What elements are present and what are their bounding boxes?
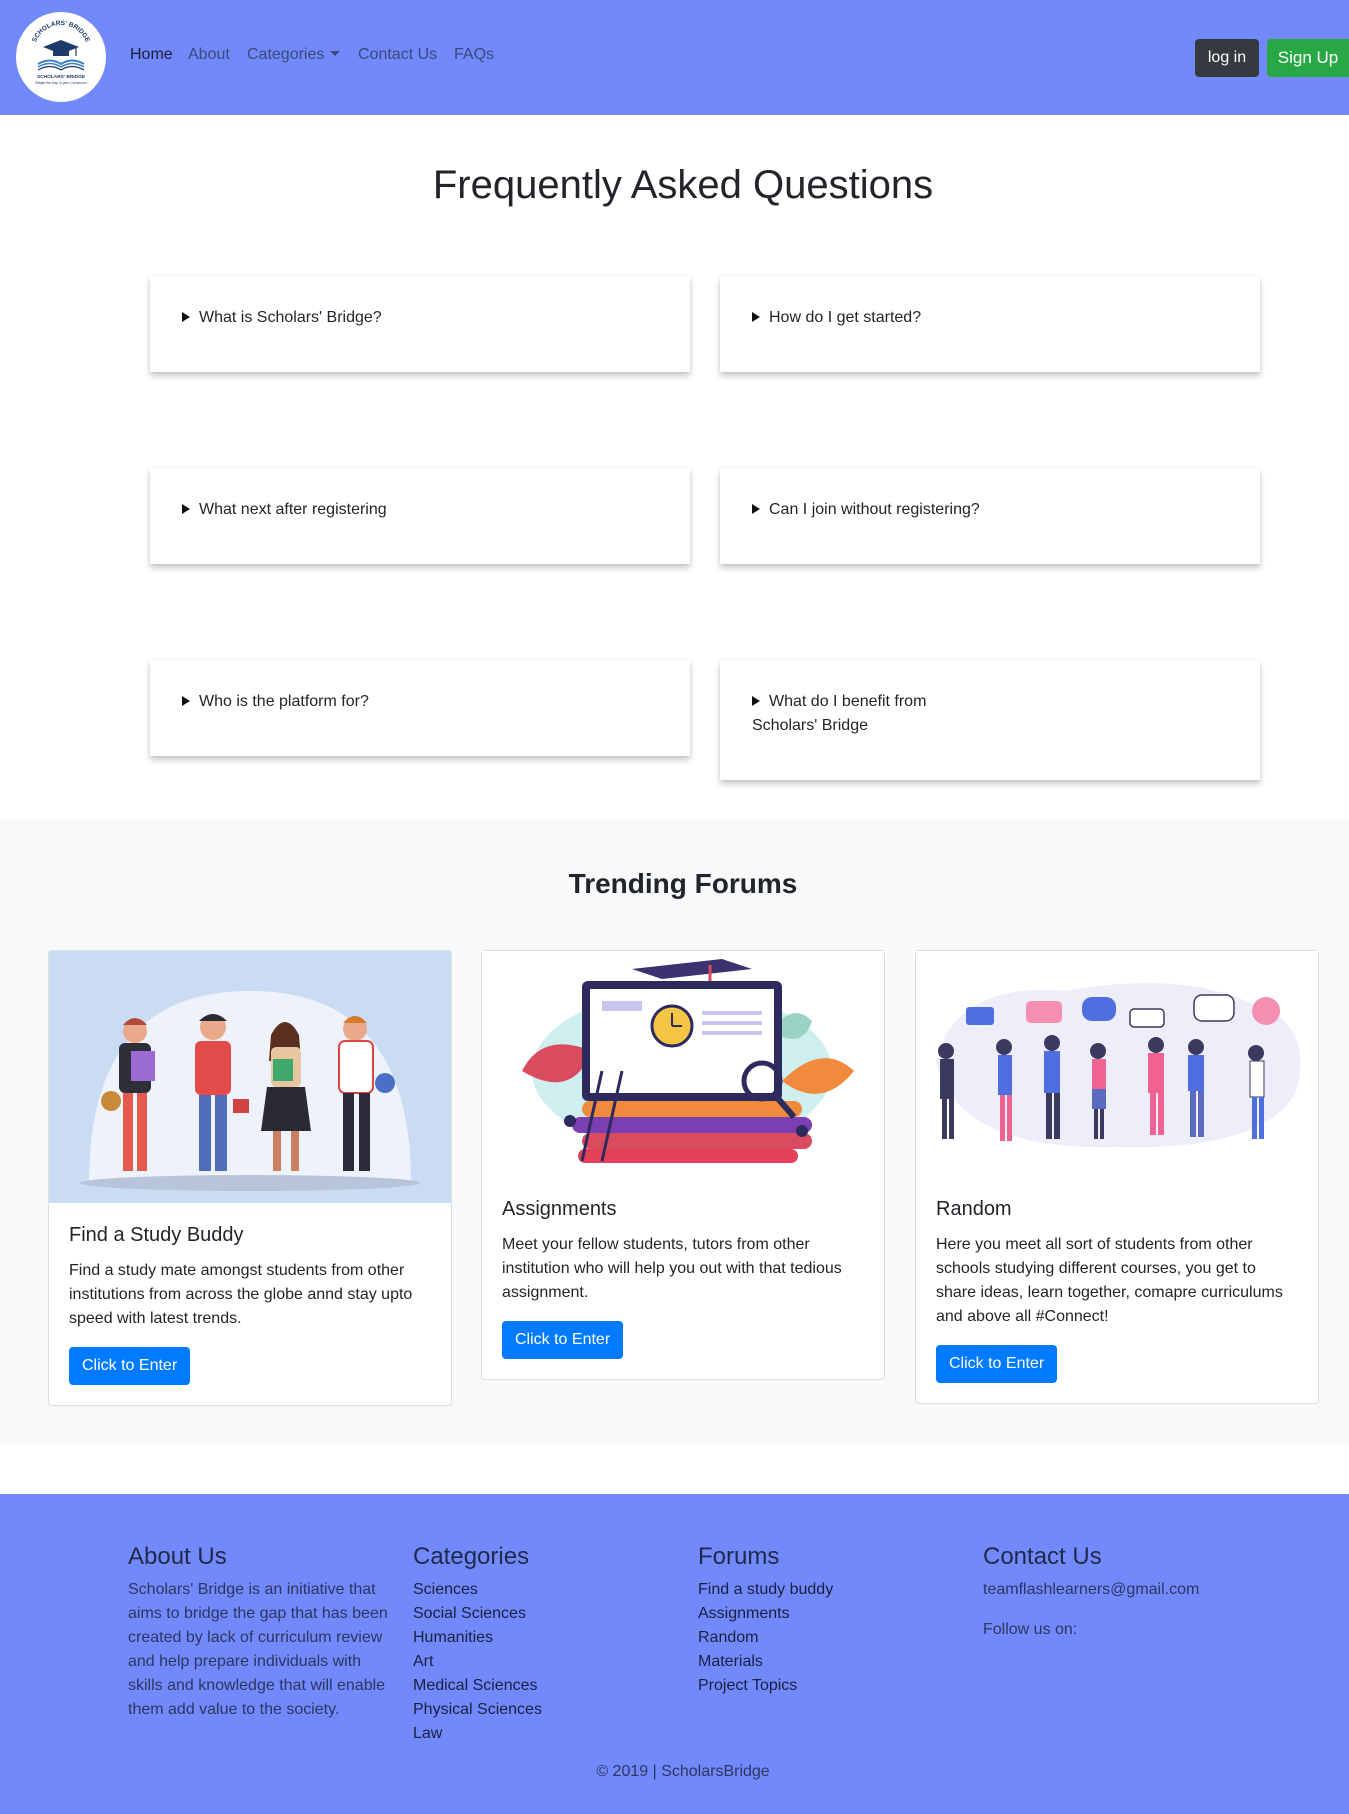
footer-forum-link[interactable]: Random	[698, 1626, 958, 1650]
footer-about: About Us Scholars' Bridge is an initiati…	[128, 1542, 388, 1722]
footer-category-link[interactable]: Law	[413, 1722, 673, 1746]
nav-faqs[interactable]: FAQs	[454, 46, 494, 64]
forum-card-description: Find a study mate amongst students from …	[69, 1262, 413, 1327]
login-button[interactable]: log in	[1195, 39, 1259, 77]
forum-card-title: Find a Study Buddy	[69, 1224, 244, 1246]
expand-triangle-icon	[752, 696, 760, 706]
study-buddy-illustration	[49, 951, 451, 1203]
random-illustration	[916, 951, 1318, 1177]
nav-categories-dropdown[interactable]: Categories	[247, 46, 341, 64]
expand-triangle-icon	[752, 312, 760, 322]
logo-tagline: Bridge the Gap in your Curriculum	[35, 81, 86, 85]
top-navbar: SCHOLARS' BRIDGE SCHOLARS' BRIDGE Bridge…	[0, 0, 1349, 115]
forum-card-body: Random Here you meet all sort of student…	[916, 1177, 1318, 1403]
footer-category-link[interactable]: Medical Sciences	[413, 1674, 673, 1698]
footer-copyright: © 2019 | ScholarsBridge	[596, 1763, 770, 1780]
faq-question: Who is the platform for?	[199, 693, 369, 710]
footer-category-link[interactable]: Social Sciences	[413, 1602, 673, 1626]
nav-contact[interactable]: Contact Us	[358, 46, 437, 64]
site-logo[interactable]: SCHOLARS' BRIDGE SCHOLARS' BRIDGE Bridge…	[16, 12, 106, 102]
footer-forum-link[interactable]: Find a study buddy	[698, 1578, 958, 1602]
footer-category-link[interactable]: Physical Sciences	[413, 1698, 673, 1722]
nav-home[interactable]: Home	[130, 46, 173, 64]
enter-study-buddy-button[interactable]: Click to Enter	[69, 1347, 191, 1385]
forum-card-title: Assignments	[502, 1198, 617, 1220]
faq-question: What next after registering	[199, 501, 387, 518]
enter-assignments-button[interactable]: Click to Enter	[502, 1321, 624, 1359]
footer-category-link[interactable]: Humanities	[413, 1626, 673, 1650]
expand-triangle-icon	[182, 696, 190, 706]
faq-item[interactable]: What next after registering	[150, 468, 690, 564]
faq-item[interactable]: What do I benefit from Scholars' Bridge	[720, 660, 1260, 780]
footer-forums: Forums Find a study buddy Assignments Ra…	[698, 1542, 958, 1698]
forum-card-description: Meet your fellow students, tutors from o…	[502, 1236, 842, 1301]
faq-question: How do I get started?	[769, 309, 922, 326]
assignments-illustration	[482, 951, 884, 1177]
trending-forums-section: Trending Forums Find a Study Buddy Find …	[0, 820, 1349, 1445]
footer-forum-link[interactable]: Project Topics	[698, 1674, 958, 1698]
forum-card-assignments: Assignments Meet your fellow students, t…	[481, 950, 885, 1380]
faq-item[interactable]: Who is the platform for?	[150, 660, 690, 756]
chevron-down-icon	[330, 51, 341, 56]
site-footer: About Us Scholars' Bridge is an initiati…	[0, 1494, 1349, 1814]
footer-category-link[interactable]: Sciences	[413, 1578, 673, 1602]
footer-forum-link[interactable]: Materials	[698, 1650, 958, 1674]
faq-question: What do I benefit from Scholars' Bridge	[752, 693, 927, 734]
signup-button[interactable]: Sign Up	[1267, 39, 1349, 77]
footer-categories-heading: Categories	[413, 1543, 530, 1570]
footer-categories: Categories Sciences Social Sciences Huma…	[413, 1542, 673, 1746]
expand-triangle-icon	[182, 504, 190, 514]
trending-title: Trending Forums	[568, 868, 798, 899]
footer-about-text: Scholars' Bridge is an initiative that a…	[128, 1581, 388, 1718]
forum-card-study-buddy: Find a Study Buddy Find a study mate amo…	[48, 950, 452, 1406]
footer-category-link[interactable]: Art	[413, 1650, 673, 1674]
footer-follow-label: Follow us on:	[983, 1621, 1078, 1638]
nav-about[interactable]: About	[188, 46, 230, 64]
footer-contact-email[interactable]: teamflashlearners@gmail.com	[983, 1578, 1243, 1602]
expand-triangle-icon	[752, 504, 760, 514]
forum-card-body: Assignments Meet your fellow students, t…	[482, 1177, 884, 1379]
faq-question: What is Scholars' Bridge?	[199, 309, 382, 326]
footer-forum-link[interactable]: Assignments	[698, 1602, 958, 1626]
enter-random-button[interactable]: Click to Enter	[936, 1345, 1058, 1383]
footer-contact-heading: Contact Us	[983, 1543, 1102, 1570]
faq-question: Can I join without registering?	[769, 501, 980, 518]
faq-item[interactable]: What is Scholars' Bridge?	[150, 276, 690, 372]
faq-item[interactable]: Can I join without registering?	[720, 468, 1260, 564]
faq-title: Frequently Asked Questions	[432, 163, 934, 207]
expand-triangle-icon	[182, 312, 190, 322]
forum-card-body: Find a Study Buddy Find a study mate amo…	[49, 1203, 451, 1405]
footer-forums-heading: Forums	[698, 1543, 780, 1570]
footer-contact: Contact Us teamflashlearners@gmail.com F…	[983, 1542, 1243, 1642]
forum-card-title: Random	[936, 1198, 1012, 1220]
forum-card-description: Here you meet all sort of students from …	[936, 1236, 1283, 1325]
forum-card-random: Random Here you meet all sort of student…	[915, 950, 1319, 1404]
footer-about-heading: About Us	[128, 1543, 227, 1570]
nav-categories-label: Categories	[247, 46, 325, 63]
faq-item[interactable]: How do I get started?	[720, 276, 1260, 372]
logo-bottom-text: SCHOLARS' BRIDGE	[37, 74, 86, 80]
